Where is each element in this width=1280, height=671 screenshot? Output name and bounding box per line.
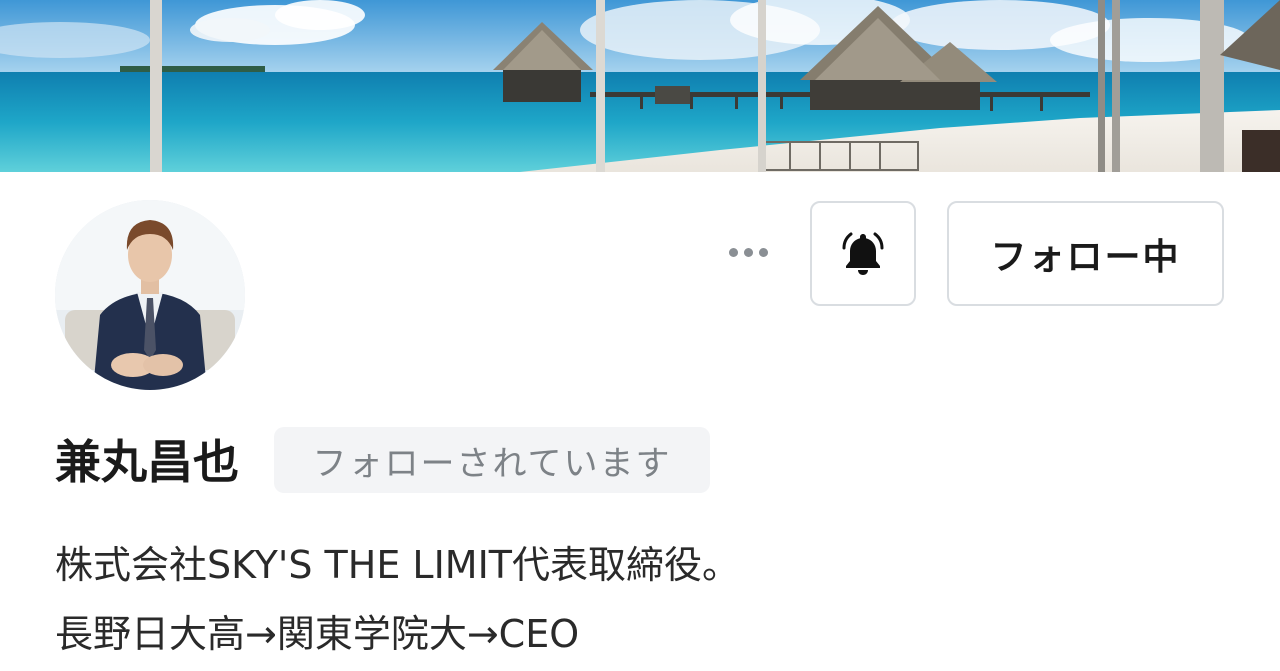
more-dot (758, 247, 768, 257)
following-button[interactable]: フォロー中 (947, 201, 1224, 306)
bell-icon (842, 232, 884, 275)
follows-you-badge: フォローされています (274, 427, 710, 493)
notification-button[interactable] (810, 201, 916, 306)
cover-image (0, 0, 1280, 172)
profile-page: フォロー中 兼丸昌也 フォローされています 株式会社SKY'S THE LIMI… (0, 0, 1280, 671)
profile-name: 兼丸昌也 (55, 435, 239, 489)
bio-line: 株式会社SKY'S THE LIMIT代表取締役。 (55, 543, 741, 587)
more-dot (743, 247, 753, 257)
more-horizontal-icon (728, 247, 738, 257)
more-options-button[interactable] (718, 232, 778, 272)
bio-line: 長野日大高→関東学院大→CEO (55, 612, 580, 656)
avatar[interactable] (55, 200, 245, 390)
